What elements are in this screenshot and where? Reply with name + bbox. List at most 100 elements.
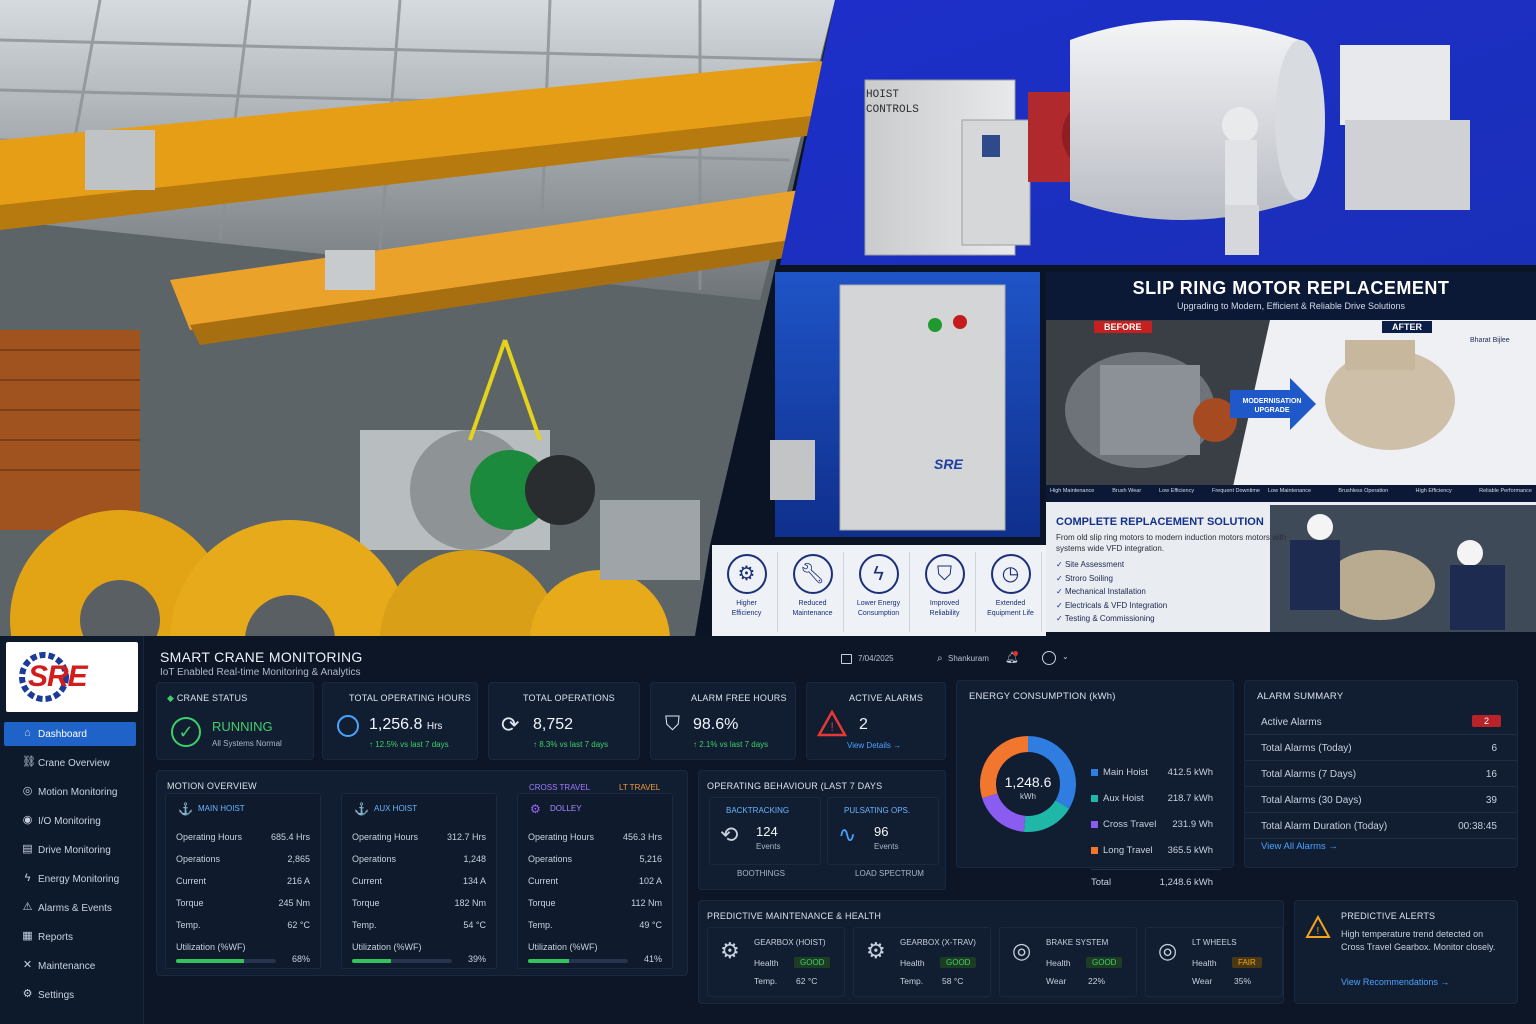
alerts-text: High temperature trend detected on Cross… xyxy=(1341,929,1496,952)
alarm-free-title: ALARM FREE HOURS xyxy=(691,693,787,703)
motion-overview-title: MOTION OVERVIEW xyxy=(167,781,257,791)
motion-row-value: 685.4 Hrs xyxy=(270,832,310,842)
alert-warning-icon: ! xyxy=(1305,915,1331,938)
motion-row-label: Operating Hours xyxy=(176,832,243,842)
profile-icon[interactable] xyxy=(1042,651,1056,665)
health-status-badge: FAIR xyxy=(1232,957,1262,968)
health-status-badge: GOOD xyxy=(940,957,977,968)
motion-row-value: 62 °C xyxy=(287,920,310,930)
tag-lt-travel[interactable]: LT TRAVEL xyxy=(619,783,660,792)
before-feature: Low Efficiency xyxy=(1159,488,1195,494)
view-all-alarms-link[interactable]: View All Alarms → xyxy=(1261,841,1338,852)
sidebar: SRE ⌂ Dashboard ⛓ Crane Overview ◎ Motion Mon… xyxy=(0,636,144,1024)
metric-value: 22% xyxy=(1088,976,1106,986)
behaviour-unit: Events xyxy=(874,842,899,851)
motion-row-label: Current xyxy=(528,876,559,886)
sidebar-item-maintenance[interactable]: ✕ Maintenance xyxy=(4,954,136,978)
user-icon[interactable]: ⌕ xyxy=(937,653,943,664)
behaviour-card: OPERATING BEHAVIOUR (LAST 7 DAYS BACKTRA… xyxy=(698,770,946,890)
utilization-bar xyxy=(528,959,628,963)
check-icon: ✓ xyxy=(1056,600,1065,610)
trolley-icon: ⚙ xyxy=(530,802,541,816)
motion-column-title: AUX HOIST xyxy=(374,804,418,813)
solution-item: ✓ Mechanical Installation xyxy=(1056,585,1167,599)
sidebar-item-label: Reports xyxy=(38,931,74,943)
utilization-fill xyxy=(528,959,569,963)
brake-icon: ◎ xyxy=(1012,938,1032,963)
alarm-row-value: 00:38:45 xyxy=(1458,821,1497,832)
donut-slice-1 xyxy=(1023,800,1070,832)
gear-icon: ⚙ xyxy=(726,554,767,594)
hook-icon: ⚓ xyxy=(354,802,369,816)
motion-row-label: Operations xyxy=(528,854,573,864)
health-item: ⚙ GEARBOX (HOIST) Health GOOD Temp. 62 °C xyxy=(707,927,845,997)
motion-row-value: 245 Nm xyxy=(278,898,310,908)
tag-cross-travel[interactable]: CROSS TRAVEL xyxy=(529,783,590,792)
operations-title: TOTAL OPERATIONS xyxy=(523,693,615,703)
health-item: ◎ LT WHEELS Health FAIR Wear 35% xyxy=(1145,927,1283,997)
alarm-free-card: ALARM FREE HOURS ⛉ 98.6% ↑ 2.1% vs last … xyxy=(650,682,796,760)
solution-item-label: Site Assessment xyxy=(1064,560,1125,569)
utilization-value: 41% xyxy=(643,954,662,964)
warning-icon: ! xyxy=(817,709,847,737)
clock-icon xyxy=(337,715,359,737)
sidebar-item-crane-overview[interactable]: ⛓ Crane Overview xyxy=(4,751,136,775)
sidebar-item-drive-monitoring[interactable]: ▤ Drive Monitoring xyxy=(4,838,136,862)
operations-trend: ↑ 8.3% vs last 7 days xyxy=(533,740,609,749)
home-icon: ⌂ xyxy=(24,727,31,739)
crane-status-title: ◆ CRANE STATUS xyxy=(167,693,248,703)
active-alarms-badge: 2 xyxy=(1471,715,1501,727)
alarm-free-value: 98.6% xyxy=(693,716,739,733)
shield-icon: ⛉ xyxy=(924,554,965,594)
app-logo[interactable]: SRE xyxy=(6,642,138,712)
benefit-label: Lower Energy Consumption xyxy=(856,600,901,617)
predictive-card: PREDICTIVE MAINTENANCE & HEALTH ⚙ GEARBOX… xyxy=(698,900,1284,1004)
health-item: ⚙ GEARBOX (X-TRAV) Health GOOD Temp. 58 °C xyxy=(853,927,991,997)
solution-item-label: Stroro Soiling xyxy=(1064,573,1113,583)
utilization-fill xyxy=(176,959,244,963)
utilization-label: Utilization (%WF) xyxy=(352,942,422,952)
check-icon: ✓ xyxy=(1056,560,1065,569)
sidebar-item-alarms-events[interactable]: ⚠ Alarms & Events xyxy=(4,896,136,920)
motion-column-title: DOLLEY xyxy=(550,804,582,813)
behaviour-unit: Events xyxy=(756,842,781,851)
health-label: Health xyxy=(754,958,779,968)
behaviour-value: 96 xyxy=(874,824,889,839)
sidebar-item-motion-monitoring[interactable]: ◎ Motion Monitoring xyxy=(4,780,136,804)
app-subtitle: IoT Enabled Real-time Monitoring & Analy… xyxy=(160,667,361,678)
predictive-title: PREDICTIVE MAINTENANCE & HEALTH xyxy=(707,911,882,921)
sidebar-item-label: Crane Overview xyxy=(38,757,110,769)
alarm-row-value: 16 xyxy=(1485,769,1497,780)
sidebar-item-settings[interactable]: ⚙ Settings xyxy=(4,983,136,1007)
benefit-label: Extended Equipment Life xyxy=(987,600,1034,617)
alarm-row-label: Total Alarm Duration (Today) xyxy=(1261,821,1388,832)
sidebar-item-reports[interactable]: ▦ Reports xyxy=(4,925,136,949)
tools-icon: ✕ xyxy=(22,959,33,971)
gear-icon: ⚙ xyxy=(22,988,33,1000)
upgrade-arrow-label: MODERNISATION UPGRADE xyxy=(1242,398,1302,414)
sidebar-item-i-o-monitoring[interactable]: ◉ I/O Monitoring xyxy=(4,809,136,833)
view-details-link[interactable]: View Details → xyxy=(847,741,901,750)
after-features: Low Maintenance Brushless Operation High E… xyxy=(1268,488,1532,494)
motion-row-value: 54 °C xyxy=(463,920,486,930)
after-feature: Low Maintenance xyxy=(1268,488,1312,494)
chevron-down-icon[interactable]: ⌄ xyxy=(1062,652,1069,661)
motion-icon: ◎ xyxy=(22,785,33,797)
before-features: High Maintenance Brush Wear Low Efficiency… xyxy=(1050,488,1260,494)
behaviour-footer[interactable]: LOAD SPECTRUM xyxy=(855,869,924,878)
metric-label: Temp. xyxy=(754,976,778,986)
solution-list: ✓ Site Assessment ✓ Stroro Soiling ✓ Mecha… xyxy=(1056,558,1167,626)
motion-row-label: Current xyxy=(352,876,383,886)
energy-item-name: Main Hoist xyxy=(1103,767,1148,778)
app-title: SMART CRANE MONITORING xyxy=(160,649,363,665)
behaviour-item: BACKTRACKING ⟲ 124 Events xyxy=(709,797,821,865)
sidebar-item-energy-monitoring[interactable]: ϟ Energy Monitoring xyxy=(4,867,136,891)
health-item-name: LT WHEELS xyxy=(1192,938,1237,947)
view-recommendations-link[interactable]: View Recommendations → xyxy=(1341,977,1449,987)
alerts-card: ! PREDICTIVE ALERTS High temperature tre… xyxy=(1294,900,1518,1004)
sidebar-item-dashboard[interactable]: ⌂ Dashboard xyxy=(4,722,136,746)
behaviour-footer[interactable]: BOOTHINGS xyxy=(737,869,785,878)
motion-row-label: Temp. xyxy=(352,920,377,930)
energy-center-unit: kWh xyxy=(1020,792,1036,801)
calendar-icon[interactable] xyxy=(841,654,852,664)
